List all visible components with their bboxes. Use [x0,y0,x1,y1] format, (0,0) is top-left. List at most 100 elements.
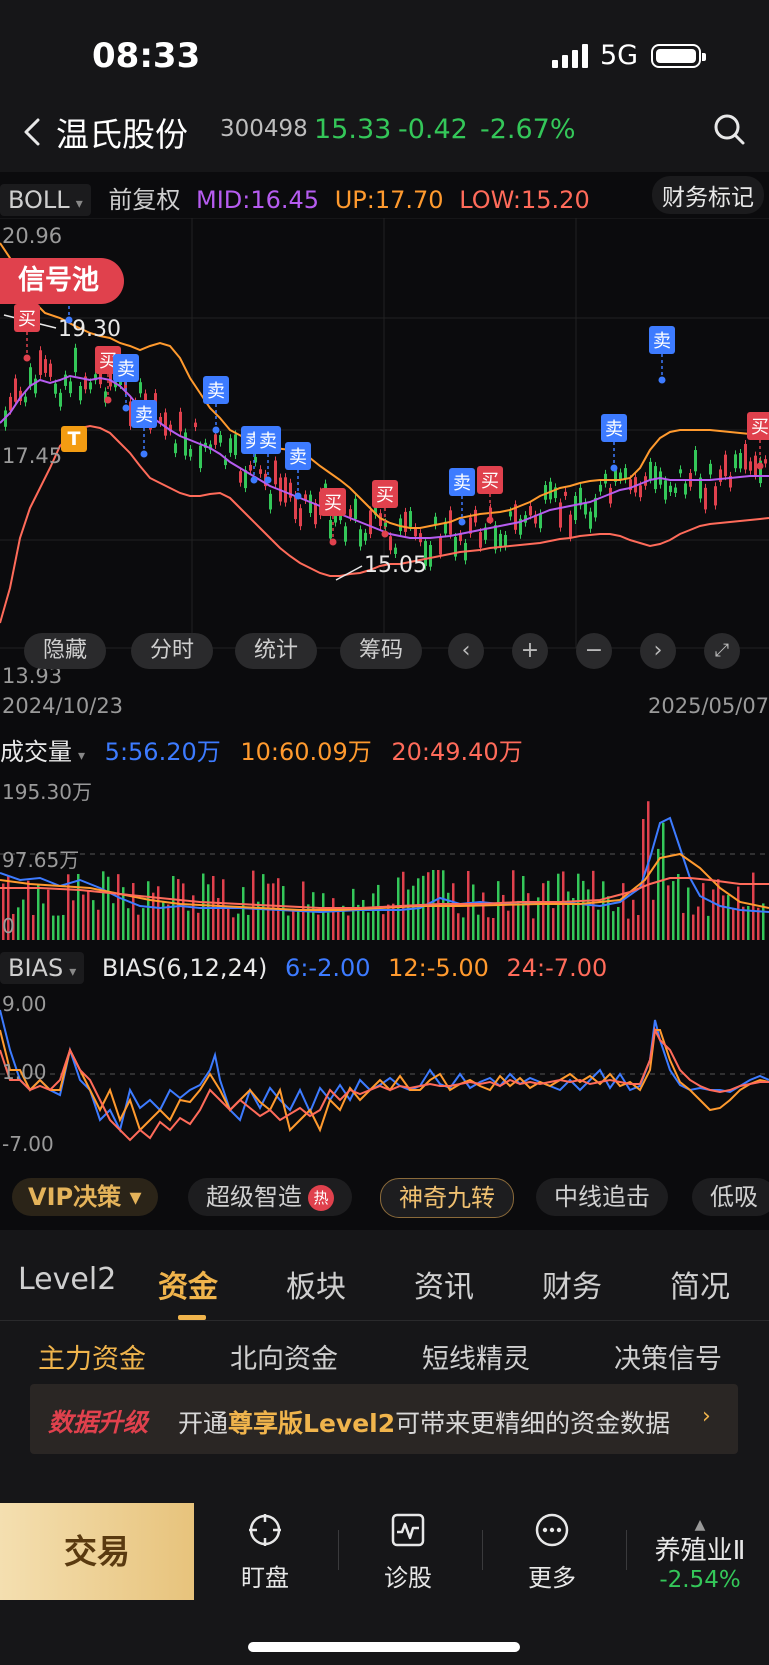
strategy-low-buy[interactable]: 低吸 [692,1178,769,1216]
search-icon[interactable] [710,110,750,150]
volume-bar [652,899,655,940]
candle-body [494,525,497,550]
tab-finance[interactable]: 财务 [542,1262,602,1306]
strategy-midline-chase[interactable]: 中线追击 [536,1178,668,1216]
volume-bar [507,910,510,940]
volume-bar [707,915,710,940]
chips-button[interactable]: 筹码 [340,633,422,669]
candle-body [574,495,577,521]
finance-mark-button[interactable]: 财务标记 [652,176,764,214]
candle-body [239,471,242,483]
candle-body [504,534,507,547]
sell-signal-marker[interactable]: 卖 [131,400,157,458]
candle-body [529,506,532,516]
bias-y-top: 9.00 [2,992,47,1016]
candle-body [344,526,347,542]
buy-signal-marker[interactable]: 买 [14,304,40,362]
volume-bar [497,881,500,940]
candle-body [314,503,317,525]
volume-bar [492,917,495,940]
bias-selector[interactable]: BIAS ▾ [0,952,85,984]
stats-button[interactable]: 统计 [235,633,317,669]
volume-bar [352,888,355,940]
volume-bar [542,883,545,940]
volume-bar [232,917,235,940]
volume-bar [502,894,505,940]
subtab-decision-signal[interactable]: 决策信号 [614,1337,722,1376]
chevron-left-icon[interactable]: ‹ [448,633,484,669]
candle-body [39,350,42,375]
volume-bar [72,900,75,940]
signal-pool-button[interactable]: 信号池 [0,258,124,304]
volume-bar [582,880,585,940]
nav-diagnose[interactable]: 诊股 [358,1512,458,1593]
candle-body [479,532,482,548]
t-marker[interactable]: T [61,426,87,452]
subtab-shortline[interactable]: 短线精灵 [422,1337,530,1376]
hide-button[interactable]: 隐藏 [24,633,106,669]
strategy-super-smart[interactable]: 超级智造热 [188,1178,352,1216]
date-start: 2024/10/23 [2,694,124,718]
vip-decision-button[interactable]: VIP决策 ▾ [12,1178,158,1216]
candle-body [234,434,237,456]
sell-signal-marker[interactable]: 卖 [649,326,675,384]
candle-body [704,487,707,510]
back-arrow-icon[interactable] [16,114,52,150]
tab-profile[interactable]: 简况 [670,1262,730,1306]
sector-quote[interactable]: ▲ 养殖业Ⅱ -2.54% [640,1518,760,1593]
fullscreen-icon[interactable]: ⤢ [704,633,740,669]
bias-chart[interactable] [0,990,769,1160]
tab-sector[interactable]: 板块 [286,1262,346,1306]
volume-y-mid: 97.65万 [2,848,80,872]
volume-bar [617,906,620,940]
nav-watch[interactable]: 盯盘 [215,1512,315,1593]
sell-signal-marker[interactable]: 卖 [449,468,475,526]
sell-signal-marker[interactable]: 卖 [255,426,281,484]
volume-bar [312,892,315,940]
subtab-main-funds[interactable]: 主力资金 [38,1337,146,1376]
candle-body [389,536,392,551]
candle-body [664,480,667,500]
candle-body [274,460,277,485]
volume-bar [262,874,265,940]
volume-bar [207,884,210,940]
sell-signal-marker[interactable]: 卖 [285,442,311,500]
volume-bar [472,884,475,940]
strategy-magic-nine[interactable]: 神奇九转 [380,1178,514,1218]
zoom-out-icon[interactable]: − [576,633,612,669]
volume-bar [142,908,145,940]
candle-body [24,396,27,403]
zoom-in-icon[interactable]: + [512,633,548,669]
nav-diagnose-label: 诊股 [384,1564,432,1592]
candle-body [724,454,727,477]
intraday-button[interactable]: 分时 [131,633,213,669]
sell-signal-marker[interactable]: 卖 [601,414,627,472]
chevron-right-icon[interactable]: › [640,633,676,669]
adjust-mode[interactable]: 前复权 [108,186,180,214]
volume-bar [97,909,100,940]
volume-bar [757,907,760,940]
indicator-selector[interactable]: BOLL ▾ [0,184,91,216]
candle-body [349,509,352,518]
volume-bar [177,879,180,940]
y-label-mid: 17.45 [2,444,63,468]
tab-level2[interactable]: Level2 [18,1262,116,1297]
buy-signal-marker[interactable]: 买 [320,488,346,546]
volume-selector[interactable]: 成交量 ▾ [0,738,85,766]
trade-button[interactable]: 交易 [0,1503,194,1600]
volume-bar [587,889,590,940]
volume-bar [532,918,535,940]
signal-markers[interactable]: 买卖买卖卖卖卖卖卖买买卖买卖卖买 [14,266,769,546]
volume-chart[interactable] [0,768,769,940]
boll-low-value: LOW:15.20 [459,186,590,214]
volume-bar [662,822,665,940]
caret-down-icon: ▾ [75,196,83,212]
volume-ma5: 5:56.20万 [104,738,221,766]
tab-funds[interactable]: 资金 [158,1262,218,1306]
candle-body [649,461,652,480]
candle-body [329,519,332,539]
tab-news[interactable]: 资讯 [414,1262,474,1306]
nav-more[interactable]: 更多 [502,1512,602,1593]
volume-bar [282,886,285,940]
subtab-northbound[interactable]: 北向资金 [230,1337,338,1376]
